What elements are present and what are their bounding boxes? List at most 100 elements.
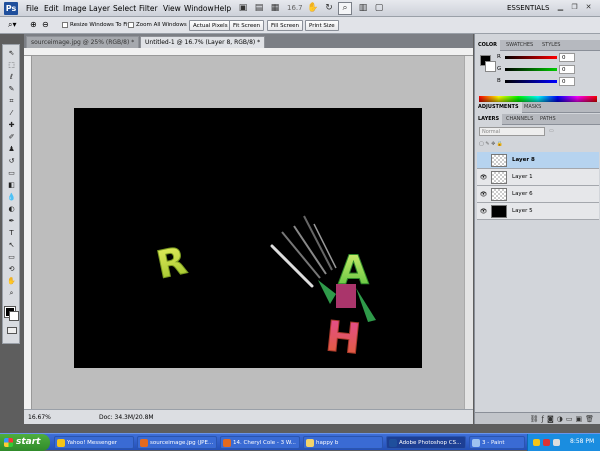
tab-channels[interactable]: CHANNELS — [503, 114, 536, 125]
zoom-tool-preset-icon[interactable]: ⌕▾ — [8, 20, 17, 31]
minibridge-icon[interactable]: ▤ — [252, 2, 266, 15]
pen-tool-icon[interactable]: ✒ — [5, 217, 18, 226]
marquee-tool-icon[interactable]: ⬚ — [5, 61, 18, 70]
delete-layer-icon[interactable]: 🗑 — [585, 415, 597, 423]
quick-mask-icon[interactable] — [7, 327, 17, 334]
background-color-swatch[interactable] — [9, 311, 19, 321]
new-layer-icon[interactable]: ▣ — [575, 415, 585, 423]
tab-sourceimage[interactable]: sourceimage.jpg @ 25% (RGB/8) * — [26, 36, 140, 48]
screen-mode-icon[interactable]: ▢ — [372, 2, 386, 15]
healing-brush-tool-icon[interactable]: ✚ — [5, 121, 18, 130]
view-extras-icon[interactable]: ▦ — [268, 2, 282, 15]
3d-rotate-tool-icon[interactable]: ⟲ — [5, 265, 18, 274]
menu-filter[interactable]: Filter — [139, 4, 158, 13]
task-yahoo-messenger[interactable]: Yahoo! Messenger — [54, 436, 134, 449]
start-button[interactable]: start — [0, 434, 50, 451]
green-value[interactable]: 0 — [559, 65, 575, 74]
lasso-tool-icon[interactable]: ℓ — [5, 73, 18, 82]
layer-row-layer-1[interactable]: 👁 Layer 1 — [477, 169, 599, 186]
zoom-level[interactable]: 16.7 — [287, 4, 303, 12]
tab-masks[interactable]: MASKS — [521, 102, 544, 113]
task-cheryl-cole[interactable]: 14. Cheryl Cole - 3 W... — [220, 436, 300, 449]
status-zoom[interactable]: 16.67% — [28, 414, 51, 421]
tab-styles[interactable]: STYLES — [539, 40, 563, 51]
green-slider[interactable] — [505, 68, 557, 71]
tab-swatches[interactable]: SWATCHES — [503, 40, 536, 51]
hand-tool-icon[interactable]: ✋ — [5, 277, 18, 286]
tab-color[interactable]: COLOR — [475, 40, 501, 51]
vertical-scrollbar[interactable] — [464, 56, 473, 409]
fit-screen-button[interactable]: Fit Screen — [229, 20, 265, 31]
adjustment-layer-icon[interactable]: ◑ — [557, 415, 566, 423]
eye-icon[interactable]: 👁 — [479, 173, 488, 182]
dodge-tool-icon[interactable]: ◐ — [5, 205, 18, 214]
arrange-documents-icon[interactable]: ▥ — [356, 2, 370, 15]
eye-icon[interactable]: 👁 — [479, 207, 488, 216]
tab-untitled-1[interactable]: Untitled-1 @ 16.7% (Layer 8, RGB/8) * — [140, 36, 266, 48]
visibility-toggle[interactable] — [479, 156, 488, 165]
eraser-tool-icon[interactable]: ▭ — [5, 169, 18, 178]
menu-image[interactable]: Image — [63, 4, 87, 13]
fill-screen-button[interactable]: Fill Screen — [267, 20, 304, 31]
restore-icon[interactable]: ❐ — [570, 3, 579, 12]
canvas-image[interactable]: R A H — [74, 108, 422, 368]
menu-help[interactable]: Help — [214, 4, 231, 13]
opacity-control[interactable]: ▭ — [549, 127, 597, 136]
layer-row-layer-6[interactable]: 👁 Layer 6 — [477, 186, 599, 203]
menu-edit[interactable]: Edit — [44, 4, 59, 13]
zoom-tool-icon[interactable]: ⌕ — [5, 289, 18, 298]
history-brush-tool-icon[interactable]: ↺ — [5, 157, 18, 166]
brush-tool-icon[interactable]: ✐ — [5, 133, 18, 142]
tray-volume-icon[interactable] — [553, 439, 560, 446]
print-size-button[interactable]: Print Size — [305, 20, 339, 31]
lock-transparency-icon[interactable]: ▢ — [479, 141, 484, 147]
resize-windows-checkbox[interactable]: Resize Windows To Fit — [62, 20, 130, 31]
layer-row-layer-5[interactable]: 👁 Layer 5 — [477, 203, 599, 220]
menu-select[interactable]: Select — [113, 4, 136, 13]
task-paint[interactable]: 3 - Paint — [469, 436, 525, 449]
panel-background-swatch[interactable] — [485, 61, 496, 72]
task-happy-b[interactable]: happy b — [303, 436, 383, 449]
actual-pixels-button[interactable]: Actual Pixels — [189, 20, 232, 31]
bridge-icon[interactable]: ▣ — [236, 2, 250, 15]
zoom-all-checkbox[interactable]: Zoom All Windows — [128, 20, 187, 31]
tab-layers[interactable]: LAYERS — [475, 114, 503, 125]
lock-move-icon[interactable]: ✥ — [491, 141, 495, 147]
add-mask-icon[interactable]: ◙ — [547, 415, 557, 423]
hand-tool-icon[interactable]: ✋ — [306, 2, 320, 15]
quick-select-tool-icon[interactable]: ✎ — [5, 85, 18, 94]
task-sourceimage[interactable]: sourceimage.jpg (JPE... — [137, 436, 217, 449]
blend-mode-select[interactable]: Normal — [479, 127, 545, 136]
red-value[interactable]: 0 — [559, 53, 575, 62]
lock-brush-icon[interactable]: ✎ — [485, 141, 489, 147]
layer-row-layer-8[interactable]: Layer 8 — [477, 152, 599, 169]
workspace-switcher[interactable]: ESSENTIALS — [507, 4, 549, 12]
gradient-tool-icon[interactable]: ◧ — [5, 181, 18, 190]
blue-slider[interactable] — [505, 80, 557, 83]
task-photoshop[interactable]: Adobe Photoshop CS... — [386, 436, 466, 449]
type-tool-icon[interactable]: T — [5, 229, 18, 238]
blue-value[interactable]: 0 — [559, 77, 575, 86]
move-tool-icon[interactable]: ⇖ — [5, 49, 18, 58]
eyedropper-tool-icon[interactable]: ⁄ — [5, 109, 18, 118]
tab-paths[interactable]: PATHS — [537, 114, 559, 125]
tab-adjustments[interactable]: ADJUSTMENTS — [475, 102, 522, 113]
zoom-in-icon[interactable]: ⊕ — [30, 20, 37, 31]
minimize-icon[interactable]: ▁ — [556, 3, 565, 12]
menu-window[interactable]: Window — [184, 4, 214, 13]
menu-layer[interactable]: Layer — [89, 4, 110, 13]
menu-file[interactable]: File — [26, 4, 39, 13]
tray-security-icon[interactable] — [543, 439, 550, 446]
crop-tool-icon[interactable]: ⌗ — [5, 97, 18, 106]
shape-tool-icon[interactable]: ▭ — [5, 253, 18, 262]
path-select-tool-icon[interactable]: ↖ — [5, 241, 18, 250]
menu-view[interactable]: View — [163, 4, 181, 13]
blur-tool-icon[interactable]: 💧 — [5, 193, 18, 202]
zoom-out-icon[interactable]: ⊖ — [42, 20, 49, 31]
red-slider[interactable] — [505, 56, 557, 59]
close-icon[interactable]: ✕ — [584, 3, 593, 12]
tray-messenger-icon[interactable] — [533, 439, 540, 446]
eye-icon[interactable]: 👁 — [479, 190, 488, 199]
zoom-tool-icon[interactable]: ⌕ — [338, 2, 352, 15]
rotate-view-icon[interactable]: ↻ — [322, 2, 336, 15]
